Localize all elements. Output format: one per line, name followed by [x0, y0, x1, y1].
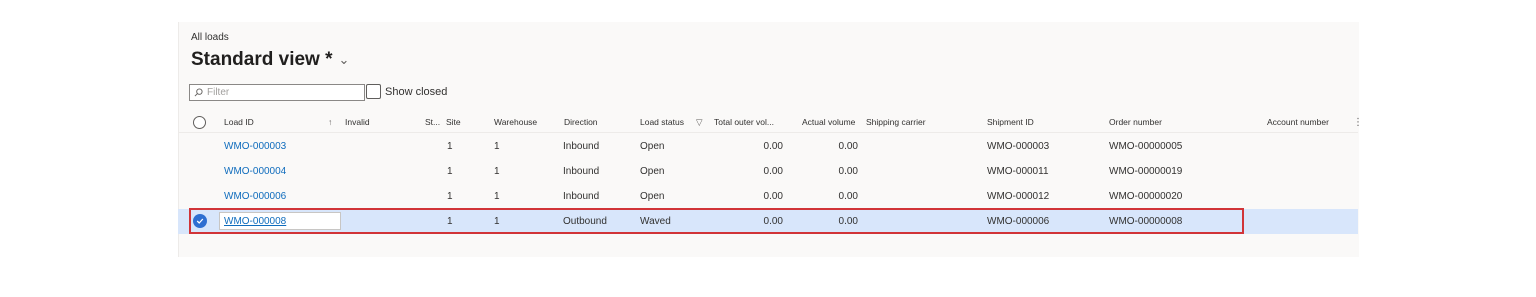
table-row-selected[interactable]: WMO-000008 1 1 Outbound Waved 0.00 0.00 …	[178, 209, 1358, 234]
cell-site: 1	[447, 191, 453, 202]
filter-icon[interactable]: ▽	[696, 117, 703, 128]
filter-placeholder: Filter	[207, 87, 230, 98]
cell-total-outer-volume: 0.00	[763, 191, 783, 202]
col-header-direction[interactable]: Direction	[564, 117, 598, 127]
load-id-link[interactable]: WMO-000004	[224, 166, 286, 177]
cell-total-outer-volume: 0.00	[763, 216, 783, 227]
grid-header: Load ID ↑ Invalid St... Site Warehouse D…	[178, 113, 1358, 131]
load-id-link[interactable]: WMO-000003	[224, 141, 286, 152]
col-header-order-number[interactable]: Order number	[1109, 117, 1162, 127]
cell-order-number: WMO-00000005	[1109, 141, 1183, 152]
cell-shipment-id: WMO-000011	[987, 166, 1049, 177]
col-header-total-outer-volume[interactable]: Total outer vol...	[714, 117, 774, 127]
cell-order-number: WMO-00000019	[1109, 166, 1183, 177]
show-closed-toggle[interactable]: Show closed	[366, 84, 447, 99]
cell-actual-volume: 0.00	[838, 191, 858, 202]
table-row[interactable]: WMO-000003 1 1 Inbound Open 0.00 0.00 WM…	[178, 134, 1358, 159]
col-header-account-number[interactable]: Account number	[1267, 117, 1329, 127]
load-id-cell-active[interactable]: WMO-000008	[219, 212, 341, 230]
cell-actual-volume: 0.00	[838, 141, 858, 152]
cell-order-number: WMO-00000020	[1109, 191, 1183, 202]
cell-order-number: WMO-00000008	[1109, 216, 1183, 227]
breadcrumb[interactable]: All loads	[191, 32, 229, 43]
col-header-actual-volume[interactable]: Actual volume	[802, 117, 855, 127]
cell-load-status: Open	[640, 191, 665, 202]
filter-input[interactable]: Filter	[189, 84, 365, 101]
cell-total-outer-volume: 0.00	[763, 166, 783, 177]
cell-direction: Inbound	[563, 191, 600, 202]
col-header-shipping-carrier[interactable]: Shipping carrier	[866, 117, 926, 127]
sort-ascending-icon: ↑	[328, 117, 333, 127]
page-title: Standard view *	[191, 49, 333, 70]
cell-load-status: Waved	[640, 216, 671, 227]
col-header-status[interactable]: St...	[425, 117, 440, 127]
cell-site: 1	[447, 141, 453, 152]
cell-warehouse: 1	[494, 191, 500, 202]
chevron-down-icon: ⌄	[338, 52, 350, 67]
cell-direction: Inbound	[563, 141, 600, 152]
load-id-link[interactable]: WMO-000006	[224, 191, 286, 202]
cell-warehouse: 1	[494, 141, 500, 152]
table-row[interactable]: WMO-000004 1 1 Inbound Open 0.00 0.00 WM…	[178, 159, 1358, 184]
cell-actual-volume: 0.00	[838, 216, 858, 227]
more-options-icon[interactable]: ⋮	[1353, 117, 1363, 128]
checkmark-circle-icon[interactable]	[193, 214, 207, 228]
cell-load-status: Open	[640, 166, 665, 177]
col-header-load-id[interactable]: Load ID	[224, 117, 254, 127]
cell-actual-volume: 0.00	[838, 166, 858, 177]
cell-shipment-id: WMO-000003	[987, 141, 1050, 152]
show-closed-checkbox[interactable]	[366, 84, 381, 99]
cell-warehouse: 1	[494, 166, 500, 177]
cell-direction: Outbound	[563, 216, 607, 227]
cell-site: 1	[447, 216, 453, 227]
show-closed-label: Show closed	[385, 85, 448, 98]
cell-load-status: Open	[640, 141, 665, 152]
col-header-warehouse[interactable]: Warehouse	[494, 117, 537, 127]
table-row[interactable]: WMO-000006 1 1 Inbound Open 0.00 0.00 WM…	[178, 184, 1358, 209]
view-selector[interactable]: Standard view * ⌄	[191, 49, 349, 71]
col-header-invalid[interactable]: Invalid	[345, 117, 370, 127]
cell-total-outer-volume: 0.00	[763, 141, 783, 152]
col-header-shipment-id[interactable]: Shipment ID	[987, 117, 1034, 127]
cell-direction: Inbound	[563, 166, 600, 177]
cell-shipment-id: WMO-000006	[987, 216, 1050, 227]
search-icon	[194, 88, 203, 97]
cell-shipment-id: WMO-000012	[987, 191, 1050, 202]
cell-warehouse: 1	[494, 216, 500, 227]
load-id-link[interactable]: WMO-000008	[220, 213, 340, 227]
col-header-load-status[interactable]: Load status	[640, 117, 684, 127]
cell-site: 1	[447, 166, 453, 177]
col-header-site[interactable]: Site	[446, 117, 461, 127]
header-divider	[178, 132, 1358, 133]
